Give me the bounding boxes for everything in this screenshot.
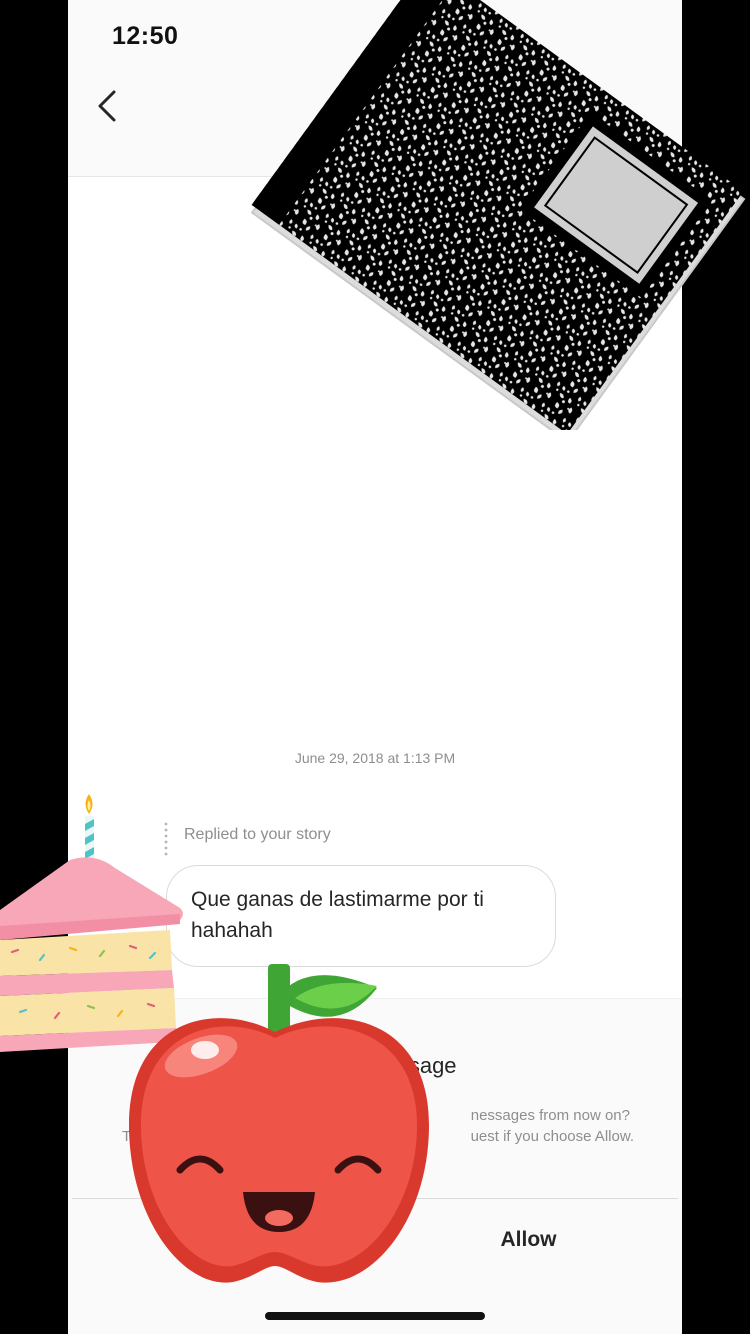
composition-notebook-sticker[interactable] [190,0,750,430]
message-timestamp: June 29, 2018 at 1:13 PM [294,750,456,766]
smiling-apple-sticker[interactable] [125,960,435,1295]
story-reply-label: Replied to your story [184,826,331,843]
status-time: 12:50 [112,22,179,50]
home-indicator[interactable] [265,1312,485,1320]
message-bubble[interactable]: Que ganas de lastimarme por ti hahahah [166,865,556,967]
back-button[interactable] [86,84,130,128]
message-text: Que ganas de lastimarme por ti hahahah [191,888,484,942]
chevron-left-icon [98,90,116,122]
